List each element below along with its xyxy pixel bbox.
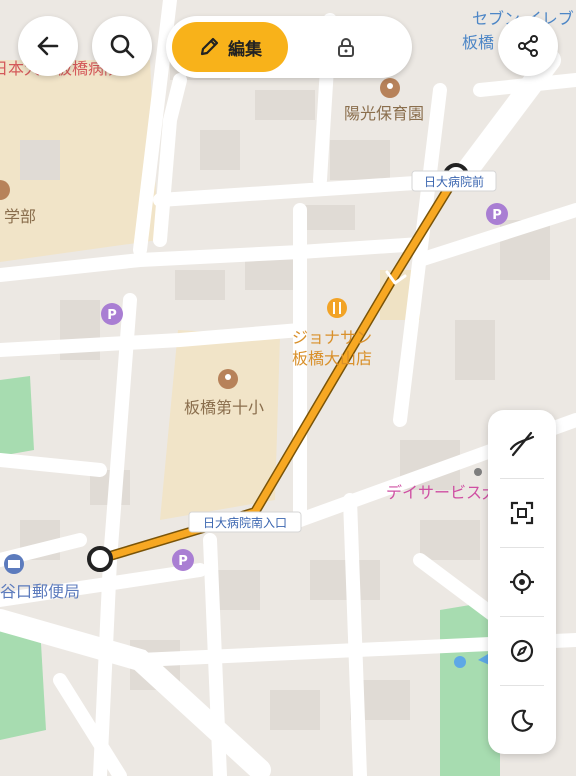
- svg-text:P: P: [178, 554, 188, 569]
- search-icon: [110, 34, 135, 59]
- edit-toolbar: 編集: [166, 16, 412, 78]
- bus-stop-end-tag[interactable]: 日大病院南入口: [188, 511, 302, 533]
- edit-button-label: 編集: [228, 39, 262, 60]
- label-faculty: 学部: [4, 207, 36, 226]
- svg-text:P: P: [492, 208, 502, 223]
- parking-icon: P: [172, 549, 194, 571]
- svg-text:P: P: [107, 308, 117, 323]
- search-button[interactable]: [92, 16, 152, 76]
- label-itabashi-partial: 板橋: [462, 33, 494, 52]
- label-school: 板橋第十小: [184, 398, 264, 417]
- label-restaurant-line2: 板橋大山店: [292, 349, 372, 368]
- parking-icon: P: [101, 303, 123, 325]
- night-mode-button[interactable]: [488, 686, 556, 754]
- moon-icon: [511, 709, 534, 732]
- edit-button[interactable]: 編集: [172, 22, 288, 72]
- arrow-left-icon: [37, 36, 59, 56]
- parking-icon: P: [486, 203, 508, 225]
- lock-icon: [338, 38, 354, 57]
- locate-button[interactable]: [488, 548, 556, 616]
- restaurant-icon: [327, 298, 347, 318]
- dayservice-marker: [474, 468, 482, 476]
- fit-bounds-icon: [510, 501, 534, 525]
- crosshair-icon: [510, 570, 534, 594]
- nursery-icon: [380, 78, 400, 98]
- label-post-office: 谷口郵便局: [0, 582, 80, 601]
- compass-icon: [510, 639, 534, 663]
- svg-text:日大病院南入口: 日大病院南入口: [203, 515, 287, 530]
- fit-bounds-button[interactable]: [488, 479, 556, 547]
- lock-button[interactable]: [316, 22, 376, 72]
- label-restaurant-line1: ジョナサン: [292, 328, 372, 347]
- bus-stop-start-tag[interactable]: 日大病院前: [411, 170, 497, 192]
- no-route-icon: [509, 431, 535, 457]
- compass-button[interactable]: [488, 617, 556, 685]
- back-button[interactable]: [18, 16, 78, 76]
- svg-text:日大病院前: 日大病院前: [424, 174, 484, 189]
- toggle-route-button[interactable]: [488, 410, 556, 478]
- share-button[interactable]: [498, 16, 558, 76]
- map-controls-panel: [488, 410, 556, 754]
- school-icon: [218, 369, 238, 389]
- route-end-point[interactable]: [87, 546, 113, 572]
- share-icon: [518, 35, 538, 57]
- post-office-icon: [4, 554, 24, 574]
- pencil-icon: [200, 37, 219, 56]
- label-nursery: 陽光保育園: [344, 104, 424, 123]
